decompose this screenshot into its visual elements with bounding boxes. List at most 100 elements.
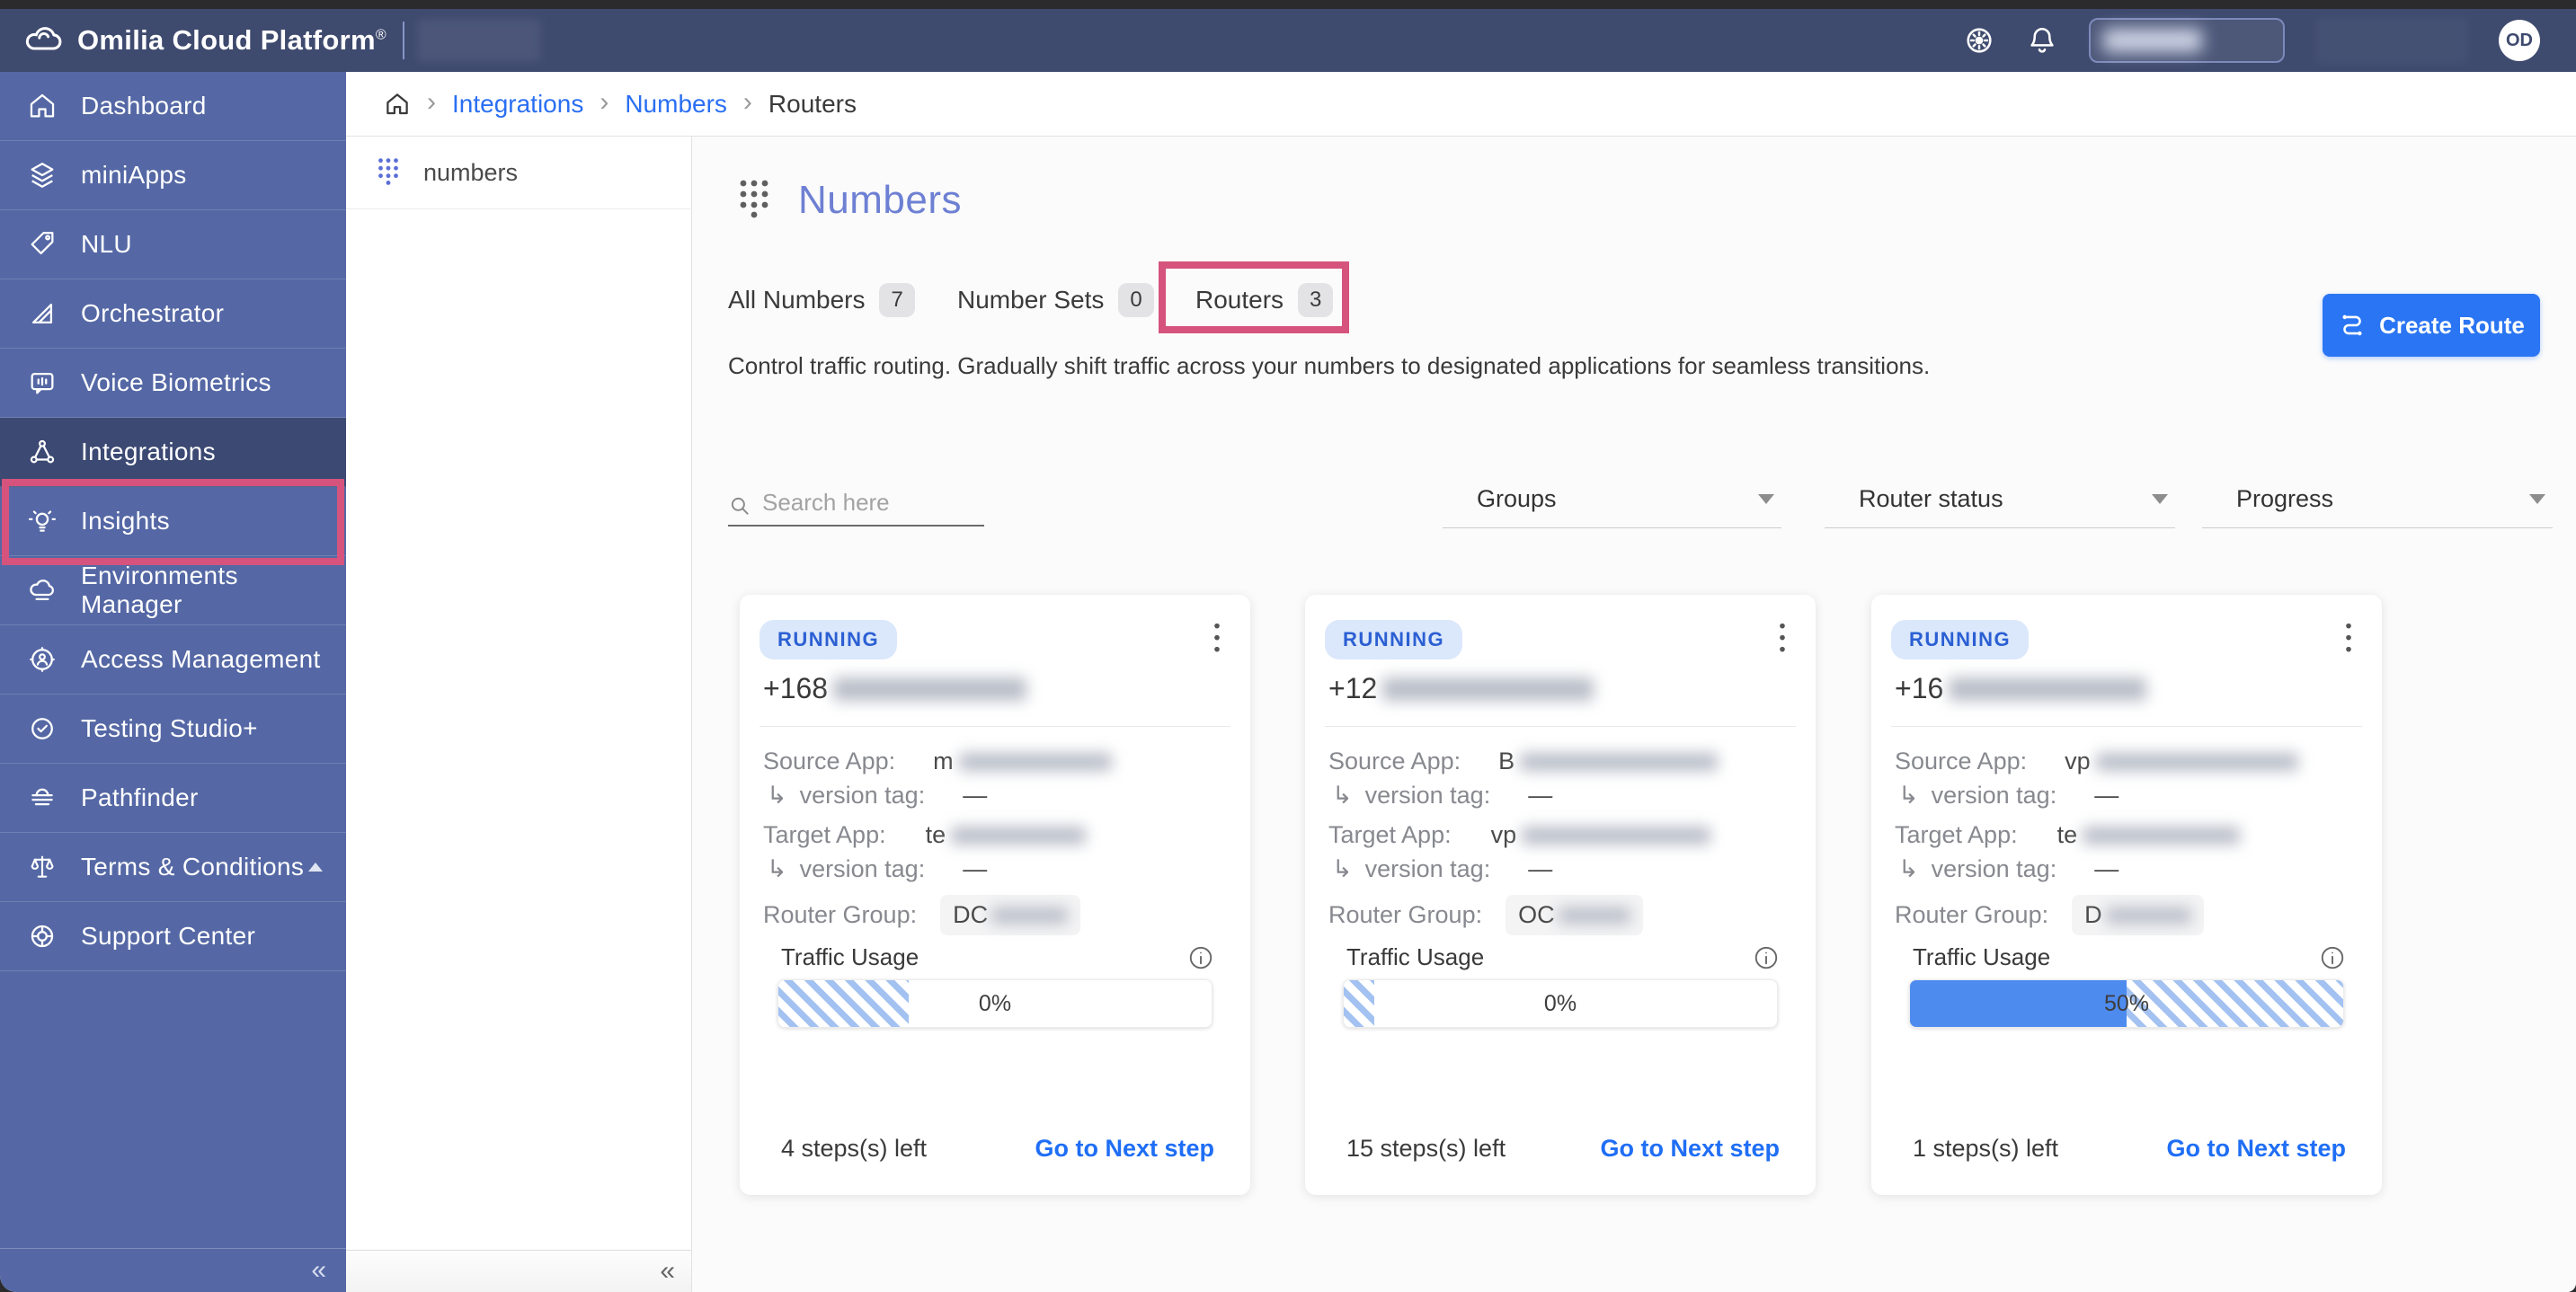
- scales-icon: [27, 852, 58, 882]
- card-divider: [759, 726, 1230, 727]
- dropdown-label: Progress: [2236, 485, 2333, 513]
- traffic-usage-row: Traffic Usage: [1913, 943, 2346, 971]
- create-route-label: Create Route: [2379, 312, 2525, 340]
- tab-number-sets[interactable]: Number Sets 0: [957, 279, 1154, 322]
- kebab-menu-icon[interactable]: [2337, 618, 2360, 654]
- topbar-divider: [403, 22, 404, 59]
- sidebar-item-pathfinder[interactable]: Pathfinder: [0, 764, 346, 833]
- sidebar-item-miniapps[interactable]: miniApps: [0, 141, 346, 210]
- sidebar-item-access-management[interactable]: Access Management: [0, 625, 346, 695]
- user-avatar[interactable]: OD: [2499, 20, 2540, 61]
- sidebar-item-insights[interactable]: Insights: [0, 487, 346, 556]
- redacted-phone: [833, 677, 1026, 701]
- registered-mark: ®: [376, 28, 386, 43]
- breadcrumb-separator: ›: [427, 89, 436, 119]
- info-icon[interactable]: [2319, 944, 2346, 971]
- progress-percent: 50%: [1910, 980, 2343, 1027]
- app-window: Omilia Cloud Platform® OD: [0, 9, 2576, 1292]
- pathfinder-icon: [27, 783, 58, 813]
- search-field: [728, 476, 984, 527]
- sidebar-item-support-center[interactable]: Support Center: [0, 902, 346, 971]
- breadcrumb-current: Routers: [768, 90, 857, 119]
- sidebar-item-label: Dashboard: [81, 92, 207, 120]
- router-card: RUNNING +16 Source App:vp ↳version tag:—…: [1871, 595, 2382, 1195]
- sidebar-item-label: Voice Biometrics: [81, 368, 271, 397]
- version-tag-row: ↳version tag:—: [767, 782, 987, 810]
- breadcrumb: › Integrations › Numbers › Routers: [346, 72, 2576, 137]
- home-breadcrumb-icon[interactable]: [384, 91, 411, 118]
- chevron-down-icon: [2152, 494, 2168, 504]
- phone-number: +16: [1895, 672, 2146, 705]
- sidebar-item-integrations[interactable]: Integrations: [0, 418, 346, 487]
- cloud-logo-icon: [23, 23, 63, 58]
- dots-grid-icon: [735, 176, 773, 224]
- router-group-row: Router Group:DC: [763, 895, 1080, 935]
- sidebar-item-dashboard[interactable]: Dashboard: [0, 72, 346, 141]
- screenshot-stage: Omilia Cloud Platform® OD: [0, 0, 2576, 1292]
- router-group-pill: DC: [940, 895, 1080, 935]
- sidebar-item-orchestrator[interactable]: Orchestrator: [0, 279, 346, 349]
- go-to-next-step-link[interactable]: Go to Next step: [1600, 1135, 1780, 1163]
- page-title: Numbers: [798, 178, 962, 223]
- breadcrumb-link-integrations[interactable]: Integrations: [452, 90, 583, 119]
- layers-icon: [27, 160, 58, 190]
- sidebar-item-label: Support Center: [81, 922, 255, 951]
- brightness-icon[interactable]: [1963, 24, 1995, 57]
- tab-routers[interactable]: Routers 3: [1195, 279, 1333, 322]
- search-input[interactable]: [760, 488, 984, 518]
- card-footer: 1 steps(s) left Go to Next step: [1913, 1135, 2346, 1163]
- traffic-usage-label: Traffic Usage: [781, 943, 919, 971]
- info-icon[interactable]: [1753, 944, 1780, 971]
- main-content: Numbers All Numbers 7 Number Sets 0 Rout…: [692, 137, 2576, 1292]
- dots-grid-icon: [375, 155, 402, 190]
- target-app-row: Target App:te: [763, 821, 1086, 849]
- tab-count-badge: 0: [1118, 283, 1153, 317]
- sidebar-item-testing-studio[interactable]: Testing Studio+: [0, 695, 346, 764]
- router-card: RUNNING +12 Source App:B ↳version tag:— …: [1305, 595, 1816, 1195]
- sidebar-item-label: Terms & Conditions: [81, 853, 304, 881]
- panel-collapse-button[interactable]: «: [346, 1250, 691, 1292]
- logo[interactable]: Omilia Cloud Platform®: [0, 23, 386, 58]
- caret-up-icon[interactable]: [308, 863, 323, 872]
- card-footer: 4 steps(s) left Go to Next step: [781, 1135, 1214, 1163]
- breadcrumb-link-numbers[interactable]: Numbers: [625, 90, 727, 119]
- go-to-next-step-link[interactable]: Go to Next step: [1035, 1135, 1214, 1163]
- go-to-next-step-link[interactable]: Go to Next step: [2166, 1135, 2346, 1163]
- sidebar-item-terms-conditions[interactable]: Terms & Conditions: [0, 833, 346, 902]
- tab-all-numbers[interactable]: All Numbers 7: [728, 279, 915, 322]
- sidebar-collapse-button[interactable]: «: [0, 1248, 346, 1292]
- router-group-row: Router Group:OC: [1328, 895, 1643, 935]
- sidebar-item-environments-manager[interactable]: Environments Manager: [0, 556, 346, 625]
- panel-item-label: numbers: [423, 159, 518, 187]
- kebab-menu-icon[interactable]: [1205, 618, 1229, 654]
- card-divider: [1891, 726, 2362, 727]
- sidebar-item-nlu[interactable]: NLU: [0, 210, 346, 279]
- steps-left: 1 steps(s) left: [1913, 1135, 2058, 1163]
- gear-person-icon: [27, 644, 58, 675]
- primary-sidebar: Dashboard miniApps NLU Orchestrator Voic…: [0, 72, 346, 1292]
- progress-dropdown[interactable]: Progress: [2202, 476, 2553, 528]
- redacted-app-name: [1520, 753, 1718, 771]
- router-status-dropdown[interactable]: Router status: [1825, 476, 2175, 528]
- breadcrumb-separator: ›: [600, 89, 608, 119]
- sidebar-item-voice-biometrics[interactable]: Voice Biometrics: [0, 349, 346, 418]
- create-route-button[interactable]: Create Route: [2323, 294, 2540, 357]
- tag-icon: [27, 229, 58, 260]
- home-icon: [27, 91, 58, 121]
- tab-label: All Numbers: [728, 286, 865, 314]
- sidebar-item-label: Access Management: [81, 645, 321, 674]
- redacted-app-name: [959, 753, 1112, 771]
- page-description: Control traffic routing. Gradually shift…: [728, 352, 1930, 380]
- info-icon[interactable]: [1187, 944, 1214, 971]
- card-divider: [1325, 726, 1796, 727]
- panel-item-numbers[interactable]: numbers: [346, 137, 691, 209]
- sidebar-item-label: Pathfinder: [81, 783, 199, 812]
- redacted-group-name: [1559, 907, 1630, 924]
- kebab-menu-icon[interactable]: [1771, 618, 1794, 654]
- sidebar-item-label: NLU: [81, 230, 132, 259]
- org-selector[interactable]: [2089, 18, 2285, 63]
- notifications-bell-icon[interactable]: [2026, 24, 2058, 57]
- network-nodes-icon: [27, 437, 58, 467]
- groups-dropdown[interactable]: Groups: [1443, 476, 1781, 528]
- version-tag-row: ↳version tag:—: [1332, 855, 1552, 883]
